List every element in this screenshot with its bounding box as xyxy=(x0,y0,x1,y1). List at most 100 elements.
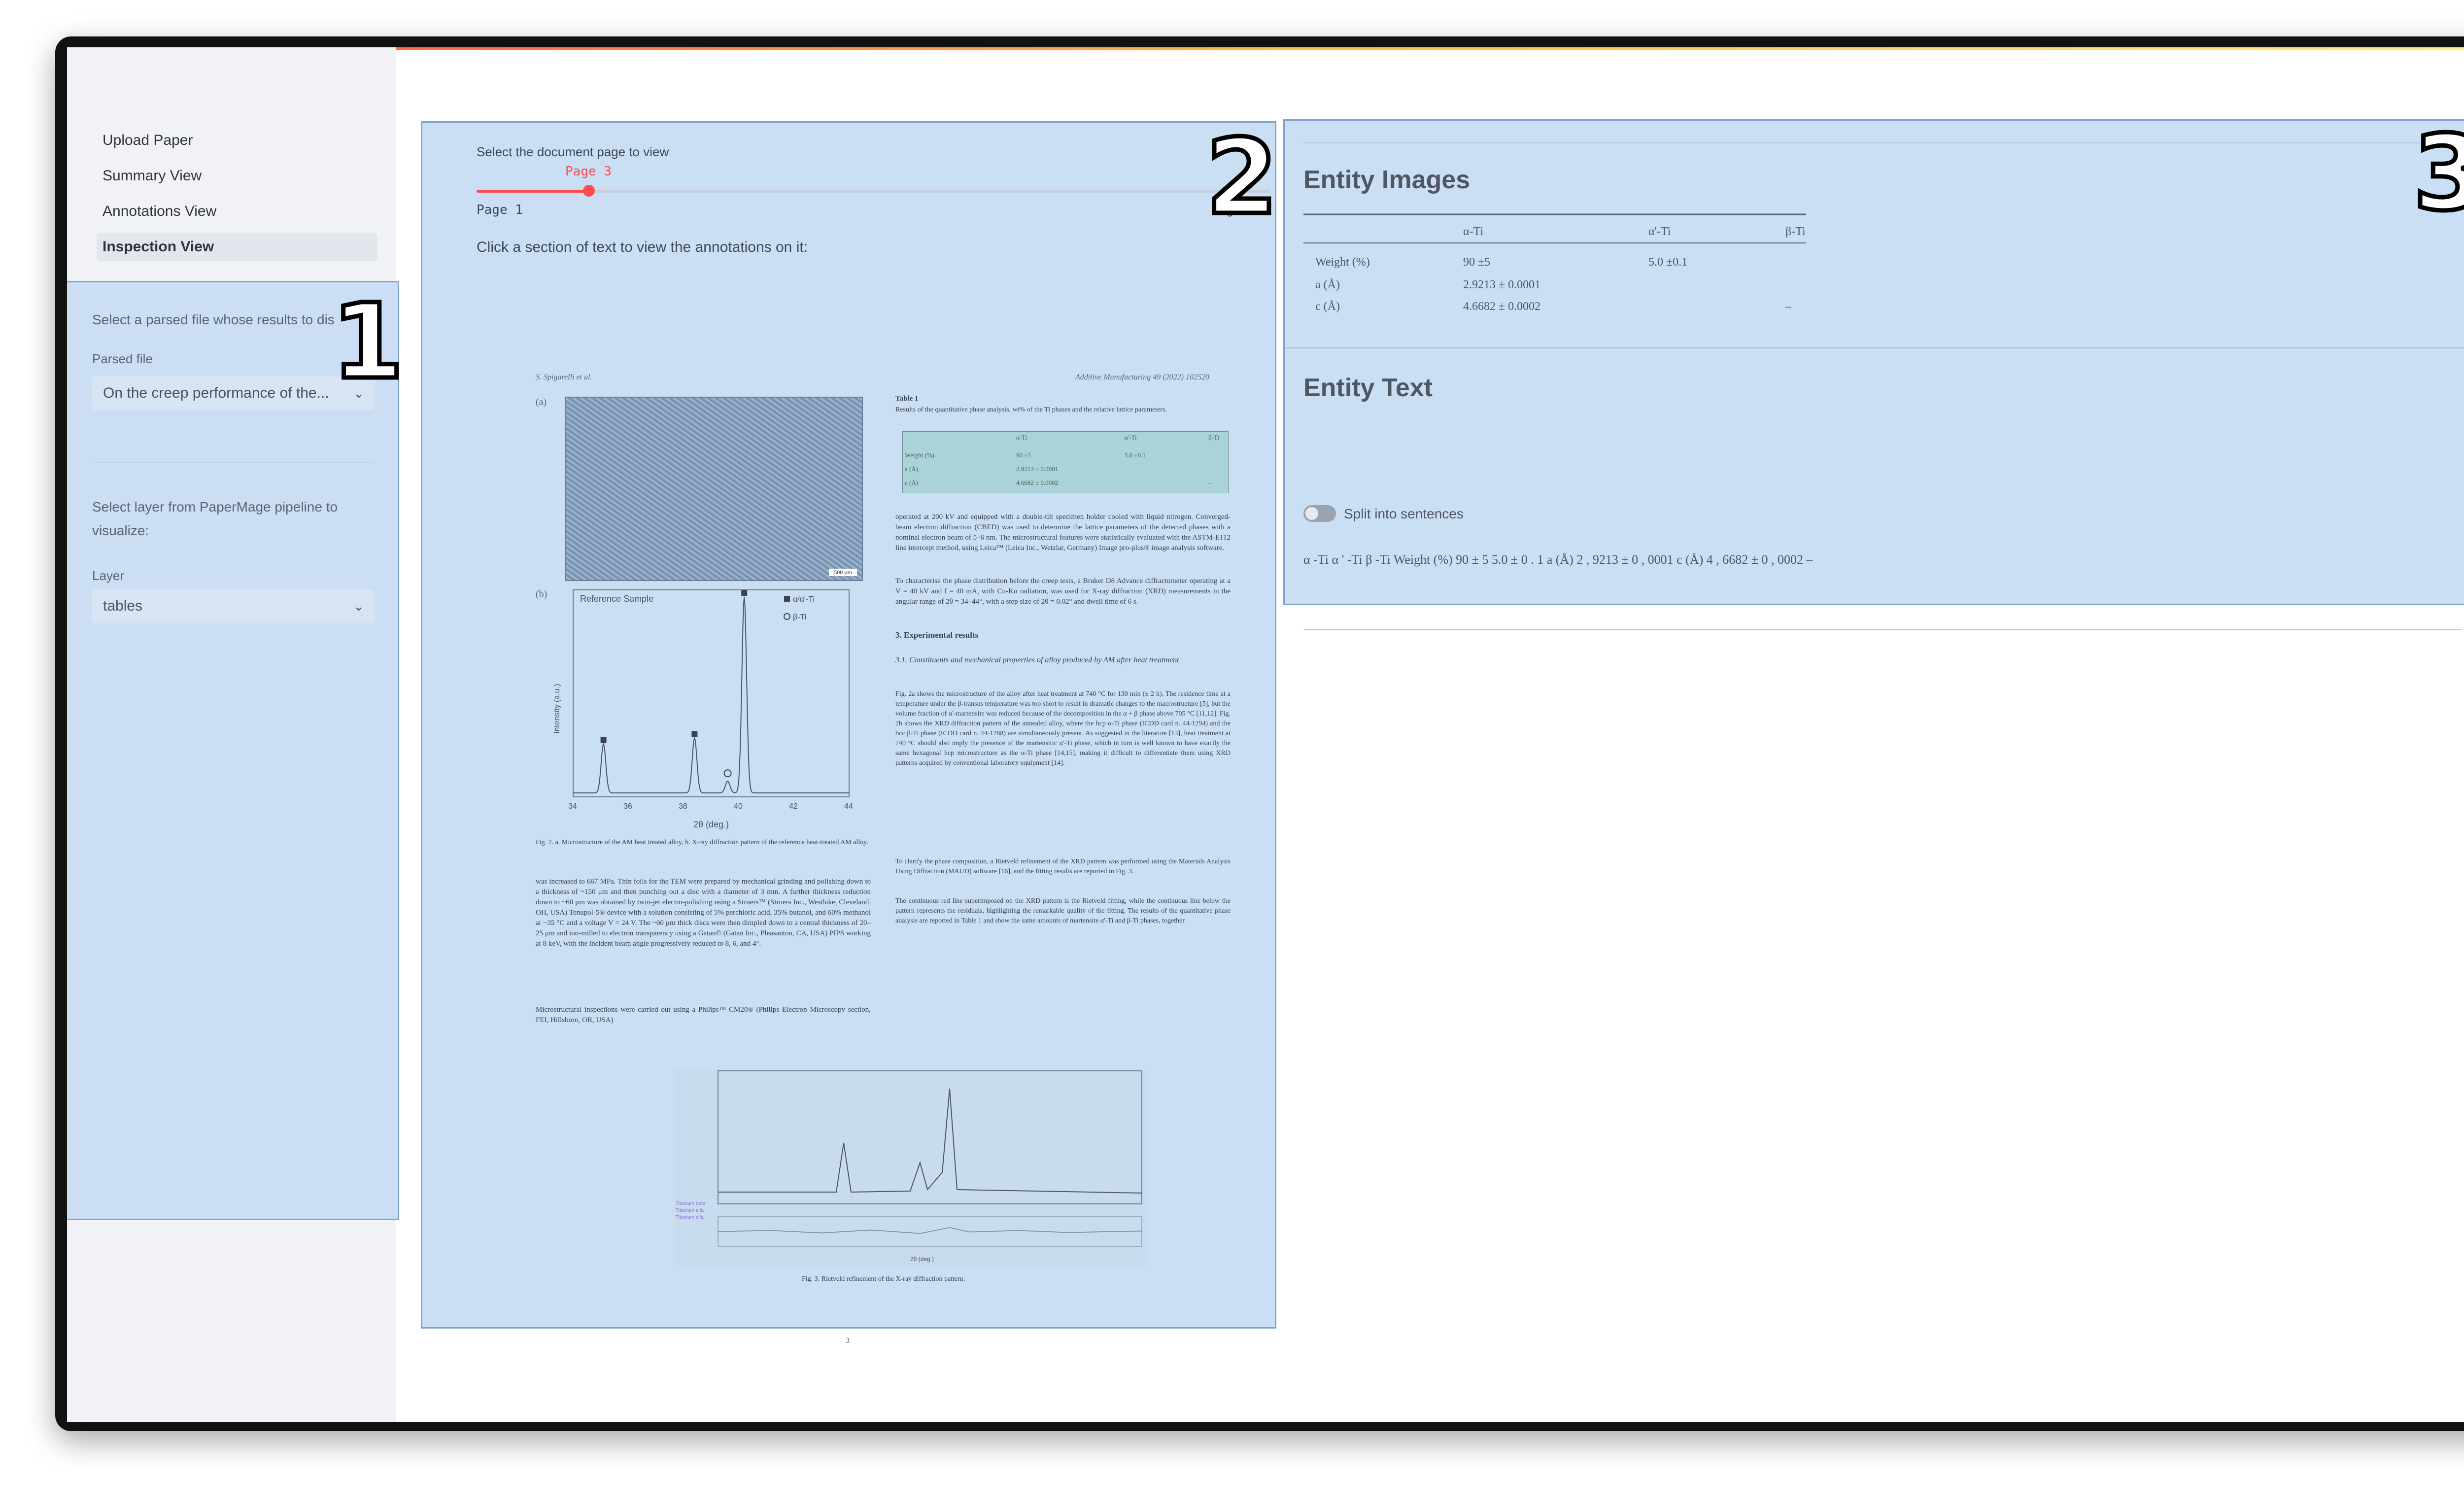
xrd-tick-label: 38 xyxy=(679,802,687,811)
document-page[interactable]: S. Spigarelli et al. Additive Manufactur… xyxy=(526,369,1231,1315)
fig3-xlabel: 2θ (deg.) xyxy=(910,1256,934,1263)
entity-text-heading: Entity Text xyxy=(1303,374,1433,402)
xrd-ylabel: Intensity (a.u.) xyxy=(553,684,561,734)
row-weight-label: Weight (%) xyxy=(1315,256,1370,269)
callout-number-3: 3 xyxy=(2411,113,2464,234)
separator xyxy=(1303,629,2462,630)
page-select-prompt: Select the document page to view xyxy=(477,144,669,159)
parsed-file-label: Parsed file xyxy=(92,351,153,366)
callout-number-1: 1 xyxy=(329,281,406,402)
col-alpha: α-Ti xyxy=(1463,225,1483,238)
split-sentences-label: Split into sentences xyxy=(1344,506,1464,521)
mini-row-a: a (Å) xyxy=(905,465,919,473)
cell-weight-alpha-prime: 5.0 ±0.1 xyxy=(1648,256,1687,269)
row-a-label: a (Å) xyxy=(1315,278,1340,291)
mini-cell: 4.6682 ± 0.0002 xyxy=(1016,479,1059,486)
col-beta: β-Ti xyxy=(1785,225,1806,238)
table1-title: Table 1 xyxy=(895,395,919,403)
layer-label: Layer xyxy=(92,568,125,583)
xrd-tick-label: 44 xyxy=(844,802,853,811)
sidebar: Upload Paper Summary View Annotations Vi… xyxy=(67,47,406,1422)
legend-square-icon xyxy=(784,596,790,602)
split-sentences-toggle[interactable] xyxy=(1303,505,1336,522)
alpha-peak-marker xyxy=(691,731,698,737)
page-slider-track[interactable] xyxy=(477,190,1270,193)
rietveld-background xyxy=(674,1069,1147,1266)
separator xyxy=(1303,142,2462,143)
paragraph-right-2: To characterise the phase distribution b… xyxy=(895,577,1231,606)
entity-text-content: α -Ti α ' -Ti β -Ti Weight (%) 90 ± 5 5.… xyxy=(1303,552,1813,567)
top-decoration-bar xyxy=(67,47,2464,50)
paragraph-left-2: Microstructural inspections were carried… xyxy=(536,1006,871,1024)
chevron-down-icon: ⌄ xyxy=(353,599,364,614)
parsed-file-value: On the creep performance of the... xyxy=(103,385,329,401)
xrd-trace-line xyxy=(573,596,849,793)
cell-weight-alpha: 90 ±5 xyxy=(1463,256,1490,269)
mini-cell: 2.9213 ± 0.0001 xyxy=(1016,465,1059,473)
file-selection-panel: Select a parsed file whose results to di… xyxy=(67,281,406,1220)
xrd-title: Reference Sample xyxy=(580,594,653,604)
page-slider-fill xyxy=(477,190,589,193)
entity-table[interactable]: α-Ti α'-Ti β-Ti Weight (%) 90 ±5 5.0 ±0.… xyxy=(1303,211,1816,325)
cell-c-beta: – xyxy=(1785,300,1792,313)
slider-current-value: Page 3 xyxy=(565,164,612,179)
mini-cell: – xyxy=(1208,479,1212,486)
mini-cell: 90 ±5 xyxy=(1016,451,1031,459)
divider xyxy=(92,462,375,463)
row-c-label: c (Å) xyxy=(1315,300,1340,313)
xrd-tick-label: 42 xyxy=(789,802,798,811)
document-viewer-panel: Select the document page to view Page 3 … xyxy=(421,121,1276,1329)
page-slider-thumb[interactable] xyxy=(583,185,595,197)
col-alpha-prime: α'-Ti xyxy=(1648,225,1671,238)
section-divider xyxy=(1285,347,2464,348)
panel-a-label: (a) xyxy=(536,397,547,408)
nav-annotations-view[interactable]: Annotations View xyxy=(97,197,377,226)
rietveld-figure[interactable]: Titanium beta Titanium alfa Titanium alf… xyxy=(674,1069,1147,1266)
xrd-ticks: 34 36 38 40 42 44 xyxy=(568,802,853,811)
section-3-1-heading: 3.1. Constituents and mechanical propert… xyxy=(895,656,1179,664)
section-3-heading: 3. Experimental results xyxy=(895,630,979,640)
paragraph-right-3: Fig. 2a shows the microstructure of the … xyxy=(895,690,1231,767)
layer-select[interactable]: tables ⌄ xyxy=(92,589,375,623)
table1-highlight[interactable]: α-Ti α'-Ti β-Ti Weight (%) 90 ±5 5.0 ±0.… xyxy=(902,431,1229,493)
layer-value: tables xyxy=(103,598,143,614)
xrd-plot-frame xyxy=(573,589,850,797)
fig2-caption: Fig. 2. a. Microstructure of the AM heat… xyxy=(536,839,868,846)
nav-upload-paper[interactable]: Upload Paper xyxy=(97,126,377,155)
cell-c-alpha: 4.6682 ± 0.0002 xyxy=(1463,300,1540,313)
nav-summary-view[interactable]: Summary View xyxy=(97,162,377,190)
fig3-legend-1: Titanium beta xyxy=(676,1201,706,1206)
app-window: Upload Paper Summary View Annotations Vi… xyxy=(67,47,2464,1422)
nav-inspection-view[interactable]: Inspection View xyxy=(97,233,377,261)
mini-row-weight: Weight (%) xyxy=(905,451,934,459)
xrd-chart[interactable]: Reference Sample α/α'-Ti β-Ti 34 36 38 40 42… xyxy=(546,586,871,832)
legend-circle-icon xyxy=(784,613,790,620)
scale-bar-label: 500 μm xyxy=(829,569,857,576)
slider-min-label: Page 1 xyxy=(477,203,523,217)
fig3-legend-2: Titanium alfa xyxy=(676,1208,704,1213)
alpha-peak-marker xyxy=(600,737,607,743)
legend-alpha: α/α'-Ti xyxy=(793,595,815,604)
mini-col-alpha-prime: α'-Ti xyxy=(1125,434,1137,441)
xrd-marks xyxy=(573,590,849,793)
cell-a-alpha: 2.9213 ± 0.0001 xyxy=(1463,278,1540,291)
mini-col-alpha: α-Ti xyxy=(1016,434,1027,441)
click-section-prompt: Click a section of text to view the anno… xyxy=(477,239,808,255)
fig3-caption: Fig. 3. Rietveld refinement of the X-ray… xyxy=(802,1275,965,1283)
page-number: 3 xyxy=(846,1336,850,1345)
paragraph-right-4: To clarify the phase composition, a Riet… xyxy=(895,858,1231,875)
xrd-tick-label: 34 xyxy=(568,802,577,811)
fig3-legend-3: Titanium alfa xyxy=(676,1215,704,1220)
paragraph-right-1: operated at 200 kV and equipped with a d… xyxy=(895,513,1231,552)
running-head-right: Additive Manufacturing 49 (2022) 102520 xyxy=(1075,373,1209,381)
running-head-left: S. Spigarelli et al. xyxy=(536,373,592,381)
xrd-tick-label: 36 xyxy=(623,802,632,811)
layer-prompt: Select layer from PaperMage pipeline to … xyxy=(92,499,338,538)
beta-peak-marker xyxy=(723,769,732,778)
mini-row-c: c (Å) xyxy=(905,479,919,486)
microstructure-image[interactable]: 500 μm xyxy=(565,397,863,581)
mini-col-beta: β-Ti xyxy=(1208,434,1220,441)
xrd-tick-label: 40 xyxy=(734,802,743,811)
paragraph-left: was increased to 667 MPa. Thin foils for… xyxy=(536,878,871,948)
mini-cell: 5.0 ±0.1 xyxy=(1125,451,1146,459)
